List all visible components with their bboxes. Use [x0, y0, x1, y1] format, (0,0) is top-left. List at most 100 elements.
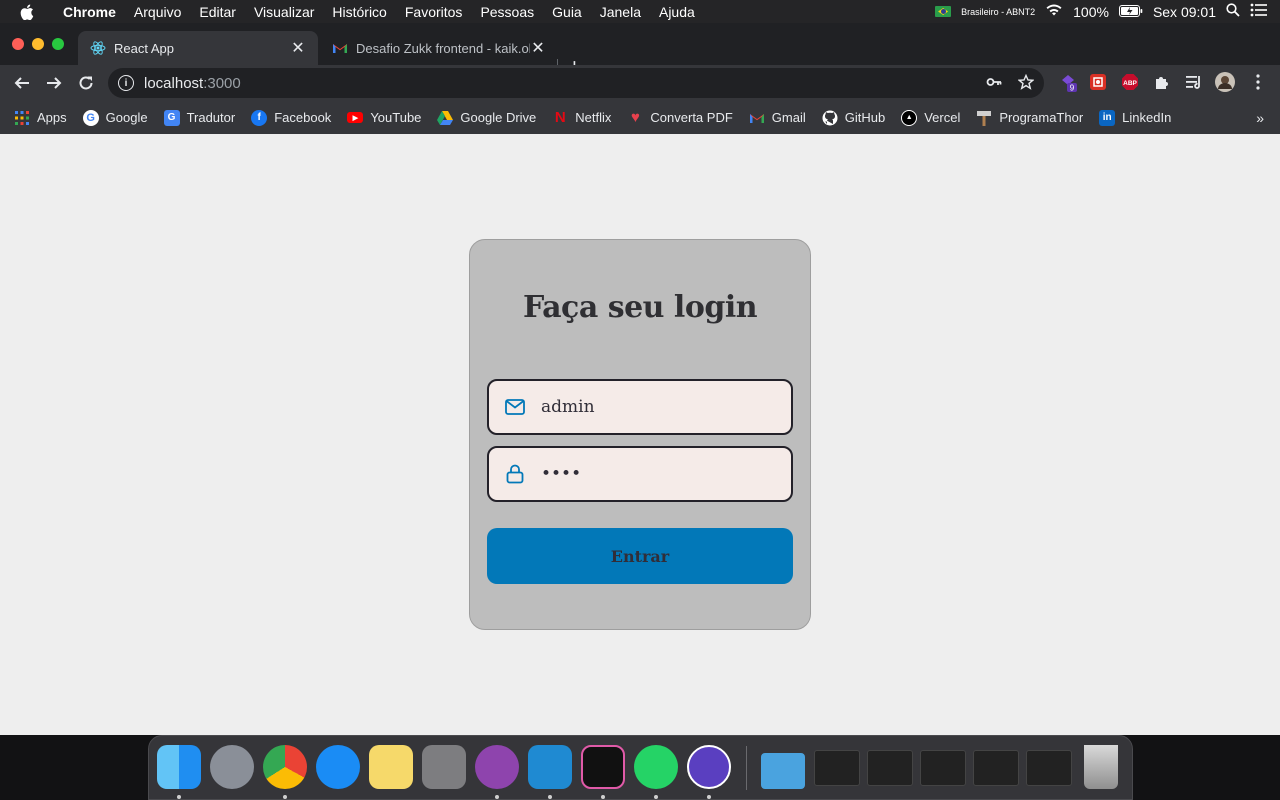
tab-title: React App [114, 40, 174, 56]
clock[interactable]: Sex 09:01 [1153, 4, 1216, 20]
bookmark-apps[interactable]: Apps [14, 110, 67, 126]
battery-percent[interactable]: 100% [1073, 4, 1109, 20]
address-bar[interactable]: i localhost:3000 [108, 68, 1044, 98]
minimized-window-thumbnail[interactable] [973, 750, 1019, 786]
menu-favoritos[interactable]: Favoritos [396, 4, 472, 20]
bookmark-vercel[interactable]: ▲ Vercel [901, 109, 960, 126]
minimized-window-thumbnail[interactable] [1026, 750, 1072, 786]
bookmark-programathor[interactable]: ProgramaThor [976, 110, 1083, 126]
profile-avatar[interactable] [1215, 72, 1235, 92]
battery-charging-icon[interactable] [1118, 4, 1143, 20]
minimized-window-thumbnail[interactable] [867, 750, 913, 786]
notes-icon[interactable] [369, 745, 413, 789]
tab-title: Desafio Zukk frontend - kaik.ol [356, 40, 530, 56]
media-queue-icon[interactable] [1184, 72, 1204, 92]
bookmark-label: Google [105, 110, 148, 125]
bookmark-label: Netflix [575, 110, 612, 125]
bookmark-netflix[interactable]: N Netflix [552, 109, 612, 126]
vscode-icon[interactable] [528, 745, 572, 789]
email-field[interactable] [487, 379, 793, 435]
facebook-icon: f [251, 109, 268, 126]
minimized-window-thumbnail[interactable] [920, 750, 966, 786]
close-tab-icon[interactable]: ✕ [290, 38, 306, 58]
vercel-icon: ▲ [901, 109, 918, 126]
key-icon[interactable] [986, 74, 1002, 94]
menu-pessoas[interactable]: Pessoas [471, 4, 543, 20]
extension-red-icon[interactable] [1088, 72, 1108, 92]
bookmark-label: ProgramaThor [999, 110, 1084, 125]
bookmark-facebook[interactable]: f Facebook [251, 109, 332, 126]
reload-icon[interactable] [74, 71, 98, 95]
close-tab-icon[interactable]: ✕ [530, 38, 546, 58]
bookmark-label: YouTube [370, 110, 422, 125]
tor-browser-icon[interactable] [687, 745, 731, 789]
site-info-icon[interactable]: i [118, 75, 134, 91]
extension-badge: 9 [1070, 84, 1075, 93]
running-indicator [548, 795, 552, 799]
github-desktop-icon[interactable] [475, 745, 519, 789]
tab-react-app[interactable]: React App ✕ [78, 31, 318, 65]
maximize-window-button[interactable] [52, 38, 64, 50]
launchpad-icon[interactable] [210, 745, 254, 789]
extensions-puzzle-icon[interactable] [1152, 72, 1172, 92]
bookmark-youtube[interactable]: ▶ YouTube [347, 110, 421, 125]
spotlight-search-icon[interactable] [1226, 3, 1240, 20]
finder-icon[interactable] [157, 745, 201, 789]
app-store-icon[interactable] [316, 745, 360, 789]
menu-janela[interactable]: Janela [591, 4, 650, 20]
page-content: Faça seu login Entrar [0, 134, 1280, 735]
menu-historico[interactable]: Histórico [323, 4, 395, 20]
chrome-icon[interactable] [263, 745, 307, 789]
minimized-window-thumbnail[interactable] [814, 750, 860, 786]
menu-visualizar[interactable]: Visualizar [245, 4, 323, 20]
github-icon [822, 110, 838, 126]
close-window-button[interactable] [12, 38, 24, 50]
control-center-icon[interactable] [1250, 3, 1268, 20]
wifi-icon[interactable] [1045, 3, 1063, 20]
menu-guia[interactable]: Guia [543, 4, 591, 20]
menu-app-name[interactable]: Chrome [54, 4, 125, 20]
system-preferences-icon[interactable] [422, 745, 466, 789]
tab-desafio-zukk[interactable]: Desafio Zukk frontend - kaik.ol ✕ [320, 31, 558, 65]
dock-separator [746, 746, 747, 790]
apple-icon[interactable] [0, 3, 54, 20]
bookmark-gmail[interactable]: Gmail [749, 110, 806, 126]
running-indicator [495, 795, 499, 799]
chrome-menu-icon[interactable] [1248, 72, 1268, 92]
bookmark-github[interactable]: GitHub [822, 110, 885, 126]
adblock-plus-icon[interactable]: ABP [1120, 72, 1140, 92]
menu-ajuda[interactable]: Ajuda [650, 4, 704, 20]
hammer-icon [976, 110, 992, 126]
bookmark-tradutor[interactable]: G Tradutor [163, 109, 235, 126]
email-input[interactable] [541, 397, 761, 417]
menu-editar[interactable]: Editar [190, 4, 245, 20]
bookmark-label: Google Drive [460, 110, 537, 125]
password-field[interactable] [487, 446, 793, 502]
password-input[interactable] [541, 464, 761, 484]
downloads-folder-icon[interactable] [761, 753, 805, 789]
bookmark-google[interactable]: G Google [82, 109, 148, 126]
more-bookmarks-chevron-icon[interactable]: » [1256, 110, 1264, 126]
browser-toolbar: i localhost:3000 9 ABP [0, 65, 1280, 101]
hyper-terminal-icon[interactable] [581, 745, 625, 789]
trash-icon[interactable] [1084, 745, 1118, 789]
url-port: :3000 [203, 74, 241, 92]
drive-icon [437, 110, 454, 126]
netflix-icon: N [554, 109, 566, 126]
back-arrow-icon[interactable] [10, 71, 34, 95]
bookmark-linkedin[interactable]: in LinkedIn [1099, 109, 1171, 126]
menu-arquivo[interactable]: Arquivo [125, 4, 190, 20]
running-indicator [654, 795, 658, 799]
bookmark-label: Facebook [274, 110, 332, 125]
extension-purple-icon[interactable]: 9 [1058, 72, 1078, 92]
whatsapp-icon[interactable] [634, 745, 678, 789]
bookmark-google-drive[interactable]: Google Drive [437, 110, 536, 126]
forward-arrow-icon[interactable] [42, 71, 66, 95]
star-bookmark-icon[interactable] [1017, 73, 1035, 94]
bookmark-converta-pdf[interactable]: ♥ Converta PDF [627, 109, 733, 126]
entrar-button[interactable]: Entrar [487, 528, 793, 584]
minimize-window-button[interactable] [32, 38, 44, 50]
login-title: Faça seu login [522, 290, 758, 325]
brazil-flag-icon[interactable] [935, 6, 952, 17]
keyboard-layout-label[interactable]: Brasileiro - ABNT2 [961, 7, 1035, 17]
